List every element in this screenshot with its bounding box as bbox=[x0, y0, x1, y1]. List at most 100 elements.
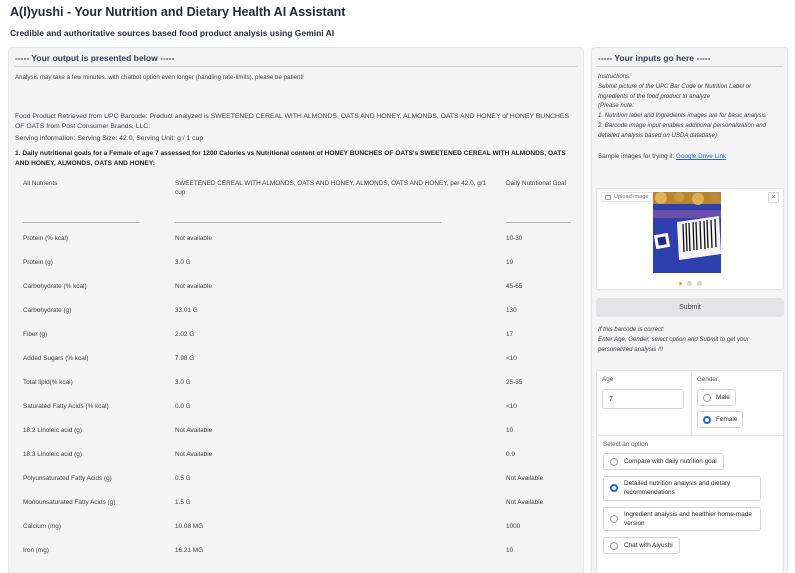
product-value-cell: Not available bbox=[175, 282, 212, 290]
product-value-cell: 1.5 G bbox=[175, 498, 191, 506]
gender-option-label: Male bbox=[716, 394, 730, 401]
nutrient-name-cell: Total lipid(% kcal) bbox=[23, 378, 73, 386]
clear-image-button[interactable]: × bbox=[768, 192, 779, 203]
option-chat[interactable]: Chat with Aiyushi bbox=[603, 537, 680, 555]
age-input[interactable] bbox=[602, 389, 684, 409]
submit-button[interactable]: Submit bbox=[596, 298, 784, 317]
analysis-option-block: Select an option Compare with daily nutr… bbox=[597, 435, 784, 559]
instruction-line: 1. Nutrition label and Ingredients image… bbox=[598, 112, 767, 119]
product-value-cell: Not Available bbox=[175, 426, 213, 434]
gender-option-female[interactable]: Female bbox=[697, 411, 744, 428]
nutrition-table-body: ______________________________________ _… bbox=[17, 212, 581, 562]
upload-label: Upload image bbox=[601, 192, 653, 202]
instruction-line: Submit picture of the UPC Bar Code or Nu… bbox=[598, 82, 752, 100]
product-value-cell: 16.21 MG bbox=[175, 546, 204, 554]
product-value-cell: 3.0 G bbox=[175, 378, 191, 386]
gender-label: Gender bbox=[697, 376, 719, 383]
instruction-line: 2. Barcode image input enables additiona… bbox=[598, 121, 767, 139]
after-submit-instructions: If this barcode is correct: Enter Age, G… bbox=[598, 325, 783, 354]
barcode-photo bbox=[653, 192, 721, 273]
option-compare[interactable]: Compare with daily nutrition goal bbox=[603, 453, 724, 470]
table-row: Carbohydrate (% kcal) Not available 45-65 bbox=[17, 274, 581, 298]
gender-option-label: Female bbox=[716, 416, 738, 423]
google-drive-link[interactable]: Google Drive Link bbox=[676, 153, 726, 160]
product-value-cell: 3.0 G bbox=[175, 258, 191, 266]
separator-cell: ______________________________________ bbox=[23, 215, 140, 223]
goal-value-cell: 0.9 bbox=[506, 450, 515, 458]
nutrient-name-cell: Protein (g) bbox=[23, 258, 53, 266]
age-block: Age bbox=[597, 371, 692, 435]
instruction-line: (Please note: bbox=[598, 102, 634, 110]
product-value-cell: 7.98 G bbox=[175, 354, 195, 362]
separator-cell: _____________________ bbox=[506, 215, 571, 223]
table-row: 18:2 Linoleic acid (g) Not Available 10 bbox=[17, 418, 581, 442]
gender-block: Gender Male Female bbox=[692, 371, 784, 435]
radio-ingredient[interactable] bbox=[610, 514, 618, 523]
goal-value-cell: 17 bbox=[506, 330, 514, 338]
nutrient-name-cell: Polyunsaturated Fatty Acids (g) bbox=[23, 474, 112, 482]
app-subtitle: Credible and authoritative sources based… bbox=[10, 28, 335, 38]
table-row: Monounsaturated Fatty Acids (g) 1.5 G Not … bbox=[17, 490, 581, 514]
goal-value-cell: 130 bbox=[506, 306, 517, 314]
nutrient-name-cell: Iron (mg) bbox=[23, 546, 49, 554]
product-line: Food Product Retrieved from UPC Barcode:… bbox=[15, 113, 569, 131]
goals-heading: 1. Daily nutritional goals for a Female … bbox=[15, 149, 566, 167]
column-header-nutrients: All Nutrients bbox=[23, 180, 58, 187]
table-row: Iron (mg) 16.21 MG 10 bbox=[17, 538, 581, 562]
goal-value-cell: 45-65 bbox=[506, 282, 523, 290]
radio-male[interactable] bbox=[703, 393, 711, 402]
radio-compare[interactable] bbox=[610, 457, 618, 466]
goal-value-cell: 25-35 bbox=[506, 378, 523, 386]
goal-value-cell: 19 bbox=[506, 258, 514, 266]
column-header-product: SWEETENED CEREAL WITH ALMONDS, OATS AND … bbox=[175, 180, 487, 196]
carousel-dot[interactable] bbox=[696, 281, 702, 286]
patience-note: Analysis may take a few minutes..with ch… bbox=[15, 74, 304, 81]
nutrient-name-cell: Carbohydrate (% kcal) bbox=[23, 282, 87, 290]
radio-chat[interactable] bbox=[610, 541, 618, 550]
option-label: Select an option bbox=[603, 441, 649, 448]
nutrient-name-cell: 18:2 Linoleic acid (g) bbox=[23, 426, 82, 434]
table-row: Added Sugars (% kcal) 7.98 G <10 bbox=[17, 346, 581, 370]
app-title: A(I)yushi - Your Nutrition and Dietary H… bbox=[10, 5, 346, 19]
serving-line: Serving information: Serving Size: 42.0,… bbox=[15, 135, 204, 143]
sample-prefix: Sample images for trying it: bbox=[598, 153, 677, 161]
nutrient-name-cell: 18:3 Linoleic acid (g) bbox=[23, 450, 82, 458]
table-separator-row: ______________________________________ _… bbox=[17, 212, 581, 226]
after-submit-line: Enter Age, Gender, select option and Sub… bbox=[598, 335, 749, 353]
option-ingredient[interactable]: Ingredient analysis and healthier home-m… bbox=[603, 506, 761, 532]
image-carousel-dots bbox=[597, 281, 783, 286]
nutrition-table: All Nutrients SWEETENED CEREAL WITH ALMO… bbox=[17, 176, 581, 562]
product-value-cell: Not available bbox=[175, 234, 212, 242]
goal-value-cell: Not Available bbox=[506, 498, 544, 506]
instructions: Instructions: Submit picture of the UPC … bbox=[592, 67, 787, 140]
table-header-row: All Nutrients SWEETENED CEREAL WITH ALMO… bbox=[17, 176, 581, 212]
uploaded-image-preview bbox=[653, 192, 721, 273]
carousel-dot[interactable] bbox=[686, 281, 692, 286]
goal-value-cell: 10 bbox=[506, 546, 514, 554]
image-icon bbox=[605, 194, 611, 200]
instruction-line: Instructions: bbox=[598, 73, 631, 80]
option-text: Ingredient analysis and healthier home-m… bbox=[624, 510, 752, 527]
personalization-form: Age Gender Male Female Select an option bbox=[596, 370, 784, 573]
option-text: Compare with daily nutrition goal bbox=[624, 457, 717, 465]
goal-value-cell: Not Available bbox=[506, 474, 544, 482]
carousel-dot[interactable] bbox=[678, 282, 682, 285]
gender-options: Male Female bbox=[697, 389, 779, 428]
image-upload[interactable]: Upload image × bbox=[596, 188, 784, 290]
input-header: ----- Your inputs go here ----- bbox=[598, 53, 711, 63]
column-header-goal: Daily Nutritional Goal bbox=[506, 180, 567, 187]
nutrient-name-cell: Calcium (mg) bbox=[23, 522, 61, 530]
product-value-cell: 0.0 G bbox=[175, 402, 191, 410]
gender-option-male[interactable]: Male bbox=[697, 389, 736, 406]
table-row: Protein (g) 3.0 G 19 bbox=[17, 250, 581, 274]
after-submit-line: If this barcode is correct: bbox=[598, 326, 665, 333]
radio-detailed[interactable] bbox=[610, 484, 618, 493]
table-row: Fiber (g) 2.02 G 17 bbox=[17, 322, 581, 346]
product-value-cell: 33.01 G bbox=[175, 306, 198, 314]
option-detailed[interactable]: Detailed nutrition analysis and dietary … bbox=[603, 476, 761, 501]
age-label: Age bbox=[602, 376, 614, 383]
output-panel: ----- Your output is presented below ---… bbox=[8, 47, 584, 573]
nutrient-name-cell: Saturated Fatty Acids (% kcal) bbox=[23, 402, 109, 410]
table-row: Polyunsaturated Fatty Acids (g) 0.5 G Not … bbox=[17, 466, 581, 490]
radio-female[interactable] bbox=[703, 415, 711, 424]
